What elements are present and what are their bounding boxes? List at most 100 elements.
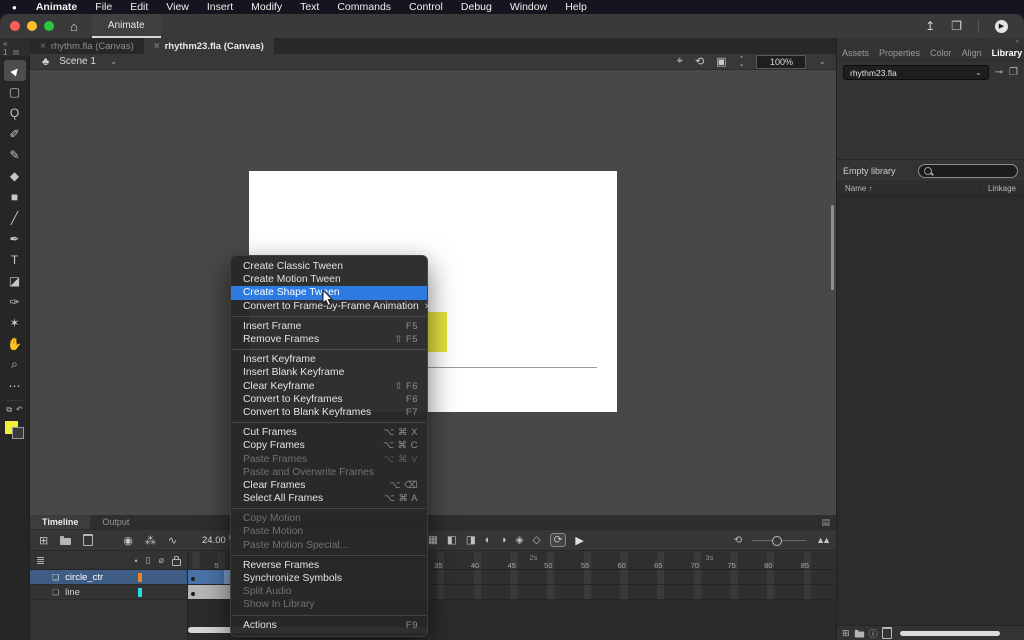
menu-item[interactable]: Insert Frame F5 › <box>231 320 427 333</box>
menu-item[interactable]: Clear Frames ⌥ ⌫ › <box>231 479 427 492</box>
menubar-item[interactable]: Help <box>556 0 596 14</box>
stage-yellow-rectangle[interactable] <box>428 312 447 352</box>
layer-name[interactable]: circle_ctr <box>65 572 103 583</box>
rectangle-tool[interactable]: ■ <box>4 186 26 207</box>
highlight-dot-icon[interactable]: • <box>134 556 137 566</box>
properties-info-icon[interactable]: ⓘ <box>869 627 878 640</box>
hand-tool[interactable]: ✋ <box>4 333 26 354</box>
layer-row[interactable]: ❏ circle_ctr <box>30 570 187 585</box>
layer-color-chip[interactable] <box>138 588 142 597</box>
layer-states-icon[interactable]: ⁂ <box>145 534 156 547</box>
swap-colors-icon[interactable]: ↶ <box>16 405 23 415</box>
classic-brush-tool[interactable]: ✎ <box>4 144 26 165</box>
menubar-item[interactable]: File <box>86 0 121 14</box>
menu-item[interactable]: Show In Library › <box>231 598 427 615</box>
scene-chevron-icon[interactable]: ⌄ <box>110 56 118 67</box>
loop-icon[interactable]: ⟳ <box>550 533 567 547</box>
menu-item[interactable]: Synchronize Symbols › <box>231 572 427 585</box>
stage-line-shape[interactable] <box>427 367 597 368</box>
library-horizontal-scrollbar[interactable] <box>900 631 1000 636</box>
menu-item[interactable]: Split Audio › <box>231 585 427 598</box>
layer-color-chip[interactable] <box>138 573 142 582</box>
modify-markers-icon[interactable]: ◇ <box>533 534 541 546</box>
new-symbol-icon[interactable]: ⊞ <box>842 628 850 639</box>
menu-item[interactable]: Create Classic Tween › <box>231 260 427 273</box>
edit-multiple-frames-icon[interactable]: ◈ <box>515 534 523 546</box>
library-item-list[interactable] <box>837 196 1024 625</box>
panel-tab[interactable]: Color <box>925 48 957 58</box>
panel-tab[interactable]: Properties <box>874 48 925 58</box>
camera-icon[interactable]: ◉ <box>123 534 133 547</box>
new-layer-icon[interactable]: ⊞ <box>39 534 48 547</box>
document-tab[interactable]: × rhythm.fla (Canvas) <box>30 38 144 54</box>
menu-item[interactable]: Paste and Overwrite Frames › <box>231 466 427 479</box>
timeline-tab[interactable]: Output <box>90 515 141 529</box>
layers-icon[interactable]: ≣ <box>36 554 45 567</box>
panel-tab[interactable]: Library <box>987 48 1024 58</box>
asset-warp-tool[interactable]: ✶ <box>4 312 26 333</box>
menubar-item[interactable]: Animate <box>27 0 86 14</box>
timeline-panel-menu-icon[interactable]: ▤ <box>821 515 836 529</box>
eyedropper-tool[interactable]: ✑ <box>4 291 26 312</box>
subselection-tool[interactable]: ▢ <box>4 81 26 102</box>
scene-name[interactable]: Scene 1 <box>59 56 96 67</box>
hide-layers-icon[interactable]: ⌀ <box>159 555 164 566</box>
new-folder-icon[interactable] <box>60 538 71 545</box>
library-document-select[interactable]: rhythm23.fla ⌄ <box>843 65 989 80</box>
lasso-tool[interactable]: Ǫ <box>4 102 26 123</box>
menu-item[interactable]: Convert to Keyframes F6 › <box>231 393 427 406</box>
paint-bucket-tool[interactable]: ◪ <box>4 270 26 291</box>
frame-span[interactable] <box>188 570 232 584</box>
more-tools[interactable]: ⋯ <box>4 375 26 396</box>
slider-knob[interactable] <box>772 536 782 546</box>
menu-item[interactable]: Copy Frames ⌥ ⌘ C › <box>231 439 427 452</box>
document-tab[interactable]: × rhythm23.fla (Canvas) <box>144 38 274 54</box>
stroke-color-swatch[interactable] <box>12 427 24 439</box>
delete-item-icon[interactable] <box>882 627 892 639</box>
menu-item[interactable]: Actions F9 › <box>231 619 427 632</box>
new-library-panel-icon[interactable]: ❐ <box>1009 67 1018 78</box>
menubar-item[interactable]: Window <box>501 0 556 14</box>
insert-blank-keyframe-icon[interactable]: ◨ <box>466 534 476 546</box>
column-linkage[interactable]: Linkage <box>988 184 1016 193</box>
rotation-icon[interactable]: ⟲ <box>695 55 704 68</box>
center-stage-icon[interactable]: ⌖ <box>677 55 683 68</box>
layer-name[interactable]: line <box>65 587 80 598</box>
menubar-item[interactable]: Commands <box>328 0 400 14</box>
menu-item[interactable]: Paste Motion › <box>231 525 427 538</box>
close-tab-icon[interactable]: × <box>154 41 160 52</box>
zoom-window-button[interactable] <box>44 21 54 31</box>
apple-menu-icon[interactable]: ● <box>0 3 27 12</box>
new-window-icon[interactable]: ❐ <box>951 19 962 33</box>
menubar-item[interactable]: Control <box>400 0 452 14</box>
text-tool[interactable]: T <box>4 249 26 270</box>
zoom-tool[interactable]: ⌕ <box>4 354 26 375</box>
menu-item[interactable]: Insert Blank Keyframe › <box>231 366 427 379</box>
panel-tab[interactable]: Assets <box>837 48 874 58</box>
eraser-tool[interactable]: ◆ <box>4 165 26 186</box>
clip-content-icon[interactable]: ▣ <box>716 55 726 68</box>
collapse-icon[interactable]: « <box>3 39 7 48</box>
share-icon[interactable]: ↥ <box>925 19 935 33</box>
column-name[interactable]: Name ↑ <box>845 184 979 193</box>
panel-tab[interactable]: Align <box>957 48 987 58</box>
menu-item[interactable]: Create Motion Tween › <box>231 273 427 286</box>
dock-collapse-icon[interactable]: » <box>837 38 1024 45</box>
delete-layer-icon[interactable] <box>83 534 93 546</box>
menu-item[interactable]: Cut Frames ⌥ ⌘ X › <box>231 426 427 439</box>
step-back-icon[interactable]: ⟲ <box>734 535 742 546</box>
zoom-level-input[interactable]: 100% <box>756 55 806 69</box>
pasteboard[interactable] <box>30 70 836 515</box>
menubar-item[interactable]: Edit <box>121 0 157 14</box>
insert-keyframe-icon[interactable]: ◧ <box>447 534 457 546</box>
close-tab-icon[interactable]: × <box>40 41 46 52</box>
onion-skin-outlines-icon[interactable]: ◑ <box>500 534 506 546</box>
zoom-dropdown-icon[interactable]: ⌄ <box>818 56 826 67</box>
timeline-zoom-slider[interactable] <box>752 540 806 541</box>
menu-item[interactable]: Select All Frames ⌥ ⌘ A › <box>231 492 427 509</box>
show-device-icon[interactable]: ▯ <box>146 555 151 566</box>
tools-dock-header[interactable]: « 1 <box>0 38 30 56</box>
menu-item[interactable]: Paste Frames ⌥ ⌘ V › <box>231 452 427 465</box>
layer-row[interactable]: ❏ line <box>30 585 187 600</box>
selection-tool[interactable]: ► <box>4 60 26 81</box>
